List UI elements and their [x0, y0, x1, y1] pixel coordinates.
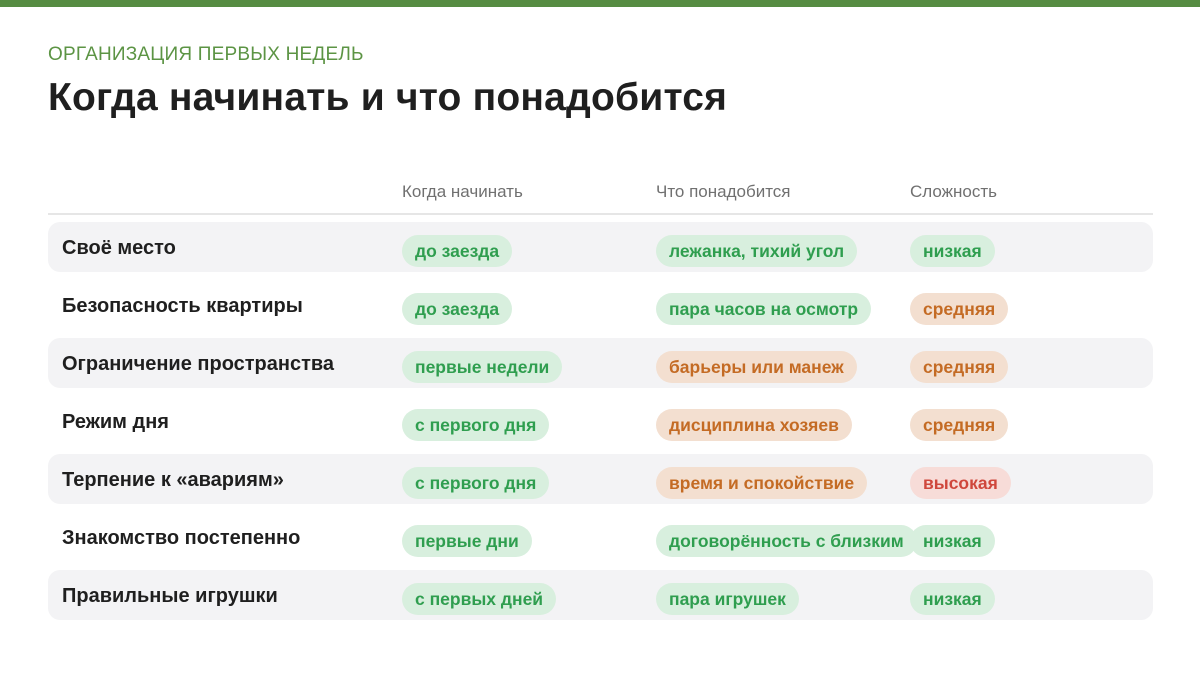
difficulty-chip: средняя: [910, 351, 1009, 383]
table-row: Терпение к «авариям» с первого дня время…: [48, 454, 1153, 504]
difficulty-chip: низкая: [910, 583, 995, 615]
row-label: Безопасность квартиры: [62, 295, 303, 317]
when-chip: до заезда: [402, 235, 513, 267]
need-chip: пара часов на осмотр: [656, 293, 872, 325]
table-row: Ограничение пространства первые недели б…: [48, 338, 1153, 388]
section-eyebrow: ОРГАНИЗАЦИЯ ПЕРВЫХ НЕДЕЛЬ: [48, 44, 364, 65]
table-row: Знакомство постепенно первые дни договор…: [48, 512, 1153, 562]
column-header-when: Когда начинать: [402, 182, 523, 201]
row-label: Режим дня: [62, 411, 169, 433]
need-chip: время и спокойствие: [656, 467, 868, 499]
table-row: Своё место до заезда лежанка, тихий угол…: [48, 222, 1153, 272]
table-row: Режим дня с первого дня дисциплина хозяе…: [48, 396, 1153, 446]
difficulty-chip: средняя: [910, 293, 1009, 325]
row-label: Правильные игрушки: [62, 585, 278, 607]
row-label: Ограничение пространства: [62, 353, 335, 375]
difficulty-chip: средняя: [910, 409, 1009, 441]
page-title: Когда начинать и что понадобится: [48, 76, 728, 119]
when-chip: с первого дня: [402, 409, 550, 441]
column-header-need: Что понадобится: [656, 182, 791, 201]
need-chip: лежанка, тихий угол: [656, 235, 858, 267]
difficulty-chip: высокая: [910, 467, 1011, 499]
table-row: Безопасность квартиры до заезда пара час…: [48, 280, 1153, 330]
need-chip: договорённость с близким: [656, 525, 917, 557]
top-accent-bar: [0, 0, 1200, 7]
when-chip: до заезда: [402, 293, 513, 325]
need-chip: пара игрушек: [656, 583, 799, 615]
column-header-difficulty: Сложность: [910, 182, 998, 201]
table-header: Когда начинать Что понадобится Сложность: [48, 178, 1153, 215]
when-chip: с первого дня: [402, 467, 550, 499]
table-body: Своё место до заезда лежанка, тихий угол…: [48, 222, 1153, 628]
difficulty-chip: низкая: [910, 525, 995, 557]
when-chip: с первых дней: [402, 583, 557, 615]
when-chip: первые дни: [402, 525, 532, 557]
table-row: Правильные игрушки с первых дней пара иг…: [48, 570, 1153, 620]
difficulty-chip: низкая: [910, 235, 995, 267]
row-label: Своё место: [62, 237, 176, 259]
need-chip: дисциплина хозяев: [656, 409, 852, 441]
when-chip: первые недели: [402, 351, 563, 383]
need-chip: барьеры или манеж: [656, 351, 857, 383]
row-label: Терпение к «авариям»: [62, 469, 284, 491]
row-label: Знакомство постепенно: [62, 527, 301, 549]
